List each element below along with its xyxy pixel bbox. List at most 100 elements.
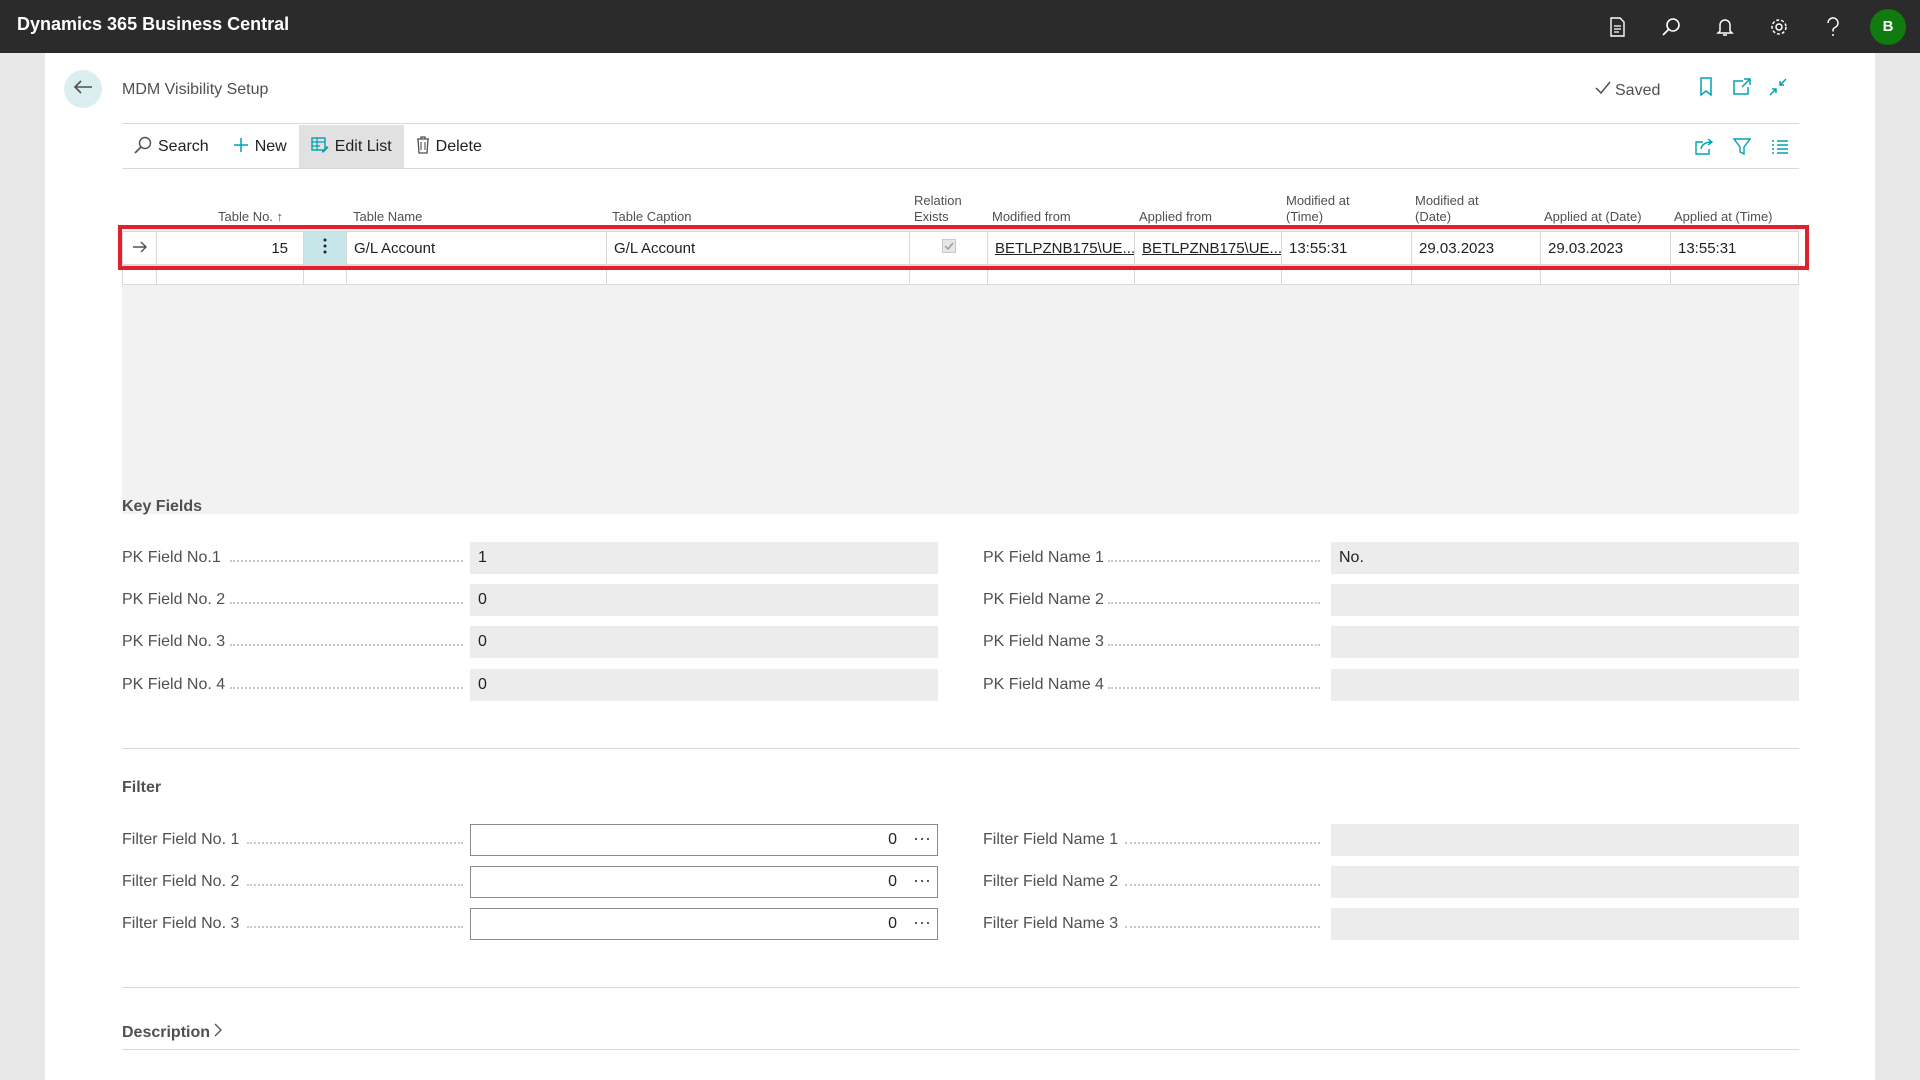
col-header-applied-from[interactable]: Applied from bbox=[1139, 209, 1212, 225]
col-header-modified-date-line1: Modified at bbox=[1415, 193, 1479, 208]
pk-field-no-3-value: 0 bbox=[470, 626, 938, 658]
divider bbox=[122, 168, 1799, 169]
new-button[interactable]: New bbox=[221, 125, 299, 169]
pk-field-no-2-label: PK Field No. 2 bbox=[122, 591, 226, 608]
document-icon[interactable] bbox=[1590, 0, 1644, 53]
pk-field-name-3-value bbox=[1331, 626, 1799, 658]
pk-field-name-3-label: PK Field Name 3 bbox=[983, 633, 1104, 650]
collapse-icon[interactable] bbox=[1767, 75, 1789, 99]
pk-field-no-4-label: PK Field No. 4 bbox=[122, 676, 226, 693]
divider bbox=[122, 987, 1799, 988]
leader-dots bbox=[230, 644, 463, 646]
col-header-modified-time[interactable]: Modified at (Time) bbox=[1286, 193, 1350, 225]
pk-field-name-2-value bbox=[1331, 584, 1799, 616]
col-header-relation-exists-line2: Exists bbox=[914, 209, 949, 224]
leader-dots bbox=[230, 602, 463, 604]
divider bbox=[122, 1049, 1799, 1050]
filter-field-no-3-label: Filter Field No. 3 bbox=[122, 915, 240, 932]
filter-field-no-3-input[interactable]: 0 ⋯ bbox=[470, 908, 938, 940]
bell-icon[interactable] bbox=[1698, 0, 1752, 53]
leader-dots bbox=[1108, 560, 1320, 562]
filter-icon[interactable] bbox=[1731, 135, 1753, 159]
pk-field-name-4-label: PK Field Name 4 bbox=[983, 676, 1104, 693]
new-label: New bbox=[254, 138, 287, 155]
pk-field-name-1-value: No. bbox=[1331, 542, 1799, 574]
lookup-button[interactable]: ⋯ bbox=[913, 829, 931, 850]
leader-dots bbox=[1125, 842, 1320, 844]
filter-field-name-2: Filter Field Name 2 bbox=[983, 866, 1799, 898]
share-icon[interactable] bbox=[1693, 135, 1715, 159]
pk-field-name-1: PK Field Name 1 No. bbox=[983, 542, 1799, 574]
col-header-table-name[interactable]: Table Name bbox=[353, 209, 422, 225]
leader-dots bbox=[230, 687, 463, 689]
filter-field-name-1: Filter Field Name 1 bbox=[983, 824, 1799, 856]
col-header-applied-date[interactable]: Applied at (Date) bbox=[1544, 209, 1642, 225]
gear-icon[interactable] bbox=[1752, 0, 1806, 53]
filter-field-no-2-value: 0 bbox=[888, 873, 897, 890]
divider bbox=[122, 748, 1799, 749]
pk-field-no-3: PK Field No. 3 0 bbox=[122, 626, 984, 658]
page-header-icons bbox=[1695, 75, 1789, 99]
saved-status: Saved bbox=[1595, 81, 1660, 100]
grid-header: Table No. ↑ Table Name Table Caption Rel… bbox=[122, 183, 1799, 225]
search-icon[interactable] bbox=[1644, 0, 1698, 53]
edit-list-label: Edit List bbox=[334, 138, 392, 155]
description-label: Description bbox=[122, 1023, 211, 1041]
filter-field-no-2-input[interactable]: 0 ⋯ bbox=[470, 866, 938, 898]
plus-icon bbox=[233, 137, 249, 158]
filter-heading[interactable]: Filter bbox=[122, 779, 161, 797]
col-header-relation-exists-line1: Relation bbox=[914, 193, 962, 208]
top-bar-icons: B bbox=[1590, 0, 1920, 53]
saved-label: Saved bbox=[1615, 81, 1661, 99]
pk-field-no-3-label: PK Field No. 3 bbox=[122, 633, 226, 650]
back-button[interactable] bbox=[64, 70, 102, 108]
filter-field-no-1-input[interactable]: 0 ⋯ bbox=[470, 824, 938, 856]
key-fields-heading[interactable]: Key Fields bbox=[122, 498, 202, 516]
leader-dots bbox=[247, 842, 463, 844]
leader-dots bbox=[247, 884, 463, 886]
arrow-left-icon bbox=[73, 79, 93, 100]
pk-field-no-2-value: 0 bbox=[470, 584, 938, 616]
col-header-modified-date[interactable]: Modified at (Date) bbox=[1415, 193, 1479, 225]
open-new-window-icon[interactable] bbox=[1731, 75, 1753, 99]
pk-field-no-4-value: 0 bbox=[470, 669, 938, 701]
leader-dots bbox=[247, 926, 463, 928]
col-header-table-caption[interactable]: Table Caption bbox=[612, 209, 692, 225]
search-button[interactable]: Search bbox=[122, 125, 221, 169]
filter-field-no-1-value: 0 bbox=[888, 831, 897, 848]
lookup-button[interactable]: ⋯ bbox=[913, 871, 931, 892]
col-header-applied-time[interactable]: Applied at (Time) bbox=[1674, 209, 1773, 225]
leader-dots bbox=[1125, 926, 1320, 928]
filter-field-no-1: Filter Field No. 1 0 ⋯ bbox=[122, 824, 984, 856]
col-header-modified-from[interactable]: Modified from bbox=[992, 209, 1071, 225]
bookmark-icon[interactable] bbox=[1695, 75, 1717, 99]
action-bar: Search New Edit List Delete bbox=[122, 125, 494, 169]
pk-field-no-1: PK Field No.1 1 bbox=[122, 542, 984, 574]
description-heading[interactable]: Description bbox=[122, 1023, 222, 1042]
col-header-relation-exists[interactable]: Relation Exists bbox=[914, 193, 962, 225]
col-header-modified-time-line1: Modified at bbox=[1286, 193, 1350, 208]
pk-field-name-4: PK Field Name 4 bbox=[983, 669, 1799, 701]
delete-button[interactable]: Delete bbox=[404, 125, 494, 169]
edit-list-button[interactable]: Edit List bbox=[298, 125, 404, 169]
col-header-table-no[interactable]: Table No. ↑ bbox=[218, 209, 283, 225]
highlight-box bbox=[118, 225, 1809, 270]
filter-field-name-3: Filter Field Name 3 bbox=[983, 908, 1799, 940]
avatar[interactable]: B bbox=[1870, 8, 1906, 45]
chevron-right-icon bbox=[214, 1023, 222, 1042]
search-label: Search bbox=[158, 138, 209, 155]
pk-field-no-2: PK Field No. 2 0 bbox=[122, 584, 984, 616]
lookup-button[interactable]: ⋯ bbox=[913, 913, 931, 934]
filter-field-no-2: Filter Field No. 2 0 ⋯ bbox=[122, 866, 984, 898]
list-view-icon[interactable] bbox=[1769, 135, 1791, 159]
help-icon[interactable] bbox=[1806, 0, 1860, 53]
trash-icon bbox=[416, 135, 430, 159]
leader-dots bbox=[1125, 884, 1320, 886]
col-header-modified-time-line2: (Time) bbox=[1286, 209, 1324, 224]
filter-field-name-2-label: Filter Field Name 2 bbox=[983, 873, 1119, 890]
filter-field-name-2-value bbox=[1331, 866, 1799, 898]
app-title[interactable]: Dynamics 365 Business Central bbox=[17, 14, 289, 35]
filter-field-name-1-value bbox=[1331, 824, 1799, 856]
leader-dots bbox=[1108, 687, 1320, 689]
col-header-modified-date-line2: (Date) bbox=[1415, 209, 1452, 224]
